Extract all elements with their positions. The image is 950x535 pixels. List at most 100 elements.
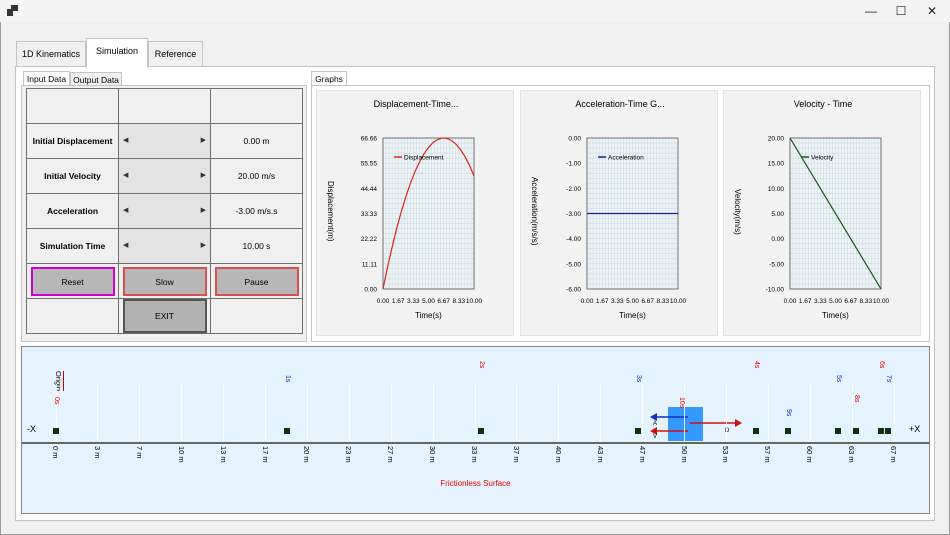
x-tick-label: 10.00: [670, 298, 687, 305]
plus-x-label: +X: [909, 424, 921, 434]
minimize-button[interactable]: —: [854, 0, 888, 22]
scroll-left-icon[interactable]: ◀: [123, 171, 128, 179]
x-tick-label: 8.33: [657, 298, 670, 305]
simulation-time-label: Simulation Time: [26, 228, 119, 264]
track-gridline: [139, 384, 141, 441]
x-tick-label: 5.00: [626, 298, 639, 305]
initial-displacement-label: Initial Displacement: [26, 123, 119, 159]
vector-arrows: [650, 413, 742, 435]
scroll-right-icon[interactable]: ▶: [201, 206, 206, 214]
distance-tick-label: 47 m: [637, 446, 647, 463]
y-tick-label: 0.00: [568, 136, 581, 143]
position-marker: [853, 428, 860, 434]
x-axis-label: Time(s): [619, 311, 646, 320]
x-tick-label: 10.00: [466, 298, 483, 305]
simulation-time-value: 10.00 s: [210, 228, 303, 264]
position-marker: [53, 428, 59, 434]
x-tick-label: 6.67: [641, 298, 654, 305]
time-mark-label: 3s: [634, 375, 642, 383]
initial-displacement-scrollbar[interactable]: ◀ ▶: [118, 123, 211, 159]
distance-tick-label: 0 m: [51, 446, 60, 459]
track-gridline: [390, 384, 392, 441]
maximize-button[interactable]: ☐: [884, 0, 918, 22]
y-tick-label: 20.00: [768, 136, 785, 143]
velocity-time-chart: Velocity - Time 20.00 15.00 10.00 5.00 0.00 -…: [723, 90, 921, 336]
track-line: [22, 442, 929, 444]
y-axis-label: Displacement(m): [326, 181, 335, 242]
displacement-time-chart: Displacement-Time... 0.00 11.11 22.22 33.33…: [316, 90, 514, 336]
position-marker: [784, 428, 791, 434]
legend-label: Acceleration: [608, 155, 644, 162]
track-gridline: [306, 384, 308, 441]
y-tick-label: 15.00: [768, 161, 785, 168]
track-gridline: [893, 384, 895, 441]
x-tick-label: 10.00: [873, 298, 890, 305]
y-tick-label: 22.22: [361, 236, 378, 243]
acceleration-scrollbar[interactable]: ◀ ▶: [118, 193, 211, 229]
simulation-time-scrollbar[interactable]: ◀ ▶: [118, 228, 211, 264]
position-marker: [753, 428, 760, 434]
y-tick-label: 11.11: [362, 261, 378, 268]
scroll-left-icon[interactable]: ◀: [123, 241, 128, 249]
track-gridline: [642, 384, 644, 441]
scroll-right-icon[interactable]: ▶: [201, 241, 206, 249]
tab-simulation[interactable]: Simulation: [86, 38, 148, 68]
track-gridline: [223, 384, 225, 441]
slow-button[interactable]: Slow: [122, 266, 207, 296]
time-mark-label: 1s: [284, 375, 292, 383]
distance-tick-label: 57 m: [763, 446, 773, 463]
time-mark-label: 4s: [753, 361, 761, 369]
position-marker: [834, 428, 841, 434]
tab-1d-kinematics[interactable]: 1D Kinematics: [16, 41, 86, 67]
x-tick-label: 0.00: [581, 298, 594, 305]
y-tick-label: 44.44: [361, 186, 378, 193]
exit-button[interactable]: EXIT: [122, 299, 207, 333]
distance-tick-label: 20 m: [302, 446, 312, 463]
track-gridline: [558, 384, 560, 441]
track-gridline: [809, 384, 811, 441]
pause-button[interactable]: Pause: [214, 266, 299, 296]
y-tick-label: -6.00: [566, 287, 581, 294]
time-mark-label: 0s: [53, 397, 60, 405]
reset-button[interactable]: Reset: [30, 266, 115, 296]
x-tick-label: 5.00: [422, 298, 435, 305]
scroll-right-icon[interactable]: ▶: [201, 136, 206, 144]
distance-tick-label: 3 m: [92, 446, 102, 459]
y-tick-label: -3.00: [566, 211, 581, 218]
legend-label: Displacement: [404, 155, 444, 162]
x-tick-label: 0.00: [377, 298, 390, 305]
track-gridline: [474, 384, 476, 441]
y-tick-label: 10.00: [768, 186, 785, 193]
track-gridline: [767, 384, 769, 441]
acceleration-label: Acceleration: [26, 193, 119, 229]
distance-tick-label: 50 m: [679, 446, 689, 463]
tab-reference[interactable]: Reference: [148, 41, 203, 67]
x-tick-label: 1.67: [392, 298, 405, 305]
time-mark-label: 9s: [784, 409, 792, 417]
x-tick-label: 6.67: [437, 298, 450, 305]
x-tick-label: 5.00: [829, 298, 842, 305]
time-mark-label: 10s: [678, 397, 686, 409]
track-gridline: [265, 384, 266, 441]
minus-x-label: -X: [27, 424, 36, 434]
chart-title: Displacement-Time...: [373, 99, 459, 109]
initial-velocity-scrollbar[interactable]: ◀ ▶: [118, 158, 211, 194]
y-tick-label: 66.66: [361, 136, 378, 143]
y-axis-label: Velocity(m/s): [733, 189, 742, 235]
track-gridline: [97, 384, 99, 441]
chart-title: Velocity - Time: [793, 99, 853, 109]
tab-input-data[interactable]: Input Data: [23, 71, 70, 86]
time-mark-label: 2s: [478, 361, 486, 369]
track-gridline: [725, 384, 727, 441]
distance-tick-label: 7 m: [134, 446, 144, 459]
close-button[interactable]: ✕: [915, 0, 949, 22]
track-gridline: [851, 384, 853, 441]
acceleration-value: -3.00 m/s.s: [210, 193, 303, 229]
tab-graphs[interactable]: Graphs: [311, 71, 347, 86]
scroll-left-icon[interactable]: ◀: [123, 206, 128, 214]
x-tick-label: 0.00: [784, 298, 797, 305]
x-tick-label: 1.67: [596, 298, 609, 305]
scroll-left-icon[interactable]: ◀: [123, 136, 128, 144]
distance-tick-label: 53 m: [721, 446, 731, 463]
scroll-right-icon[interactable]: ▶: [201, 171, 206, 179]
